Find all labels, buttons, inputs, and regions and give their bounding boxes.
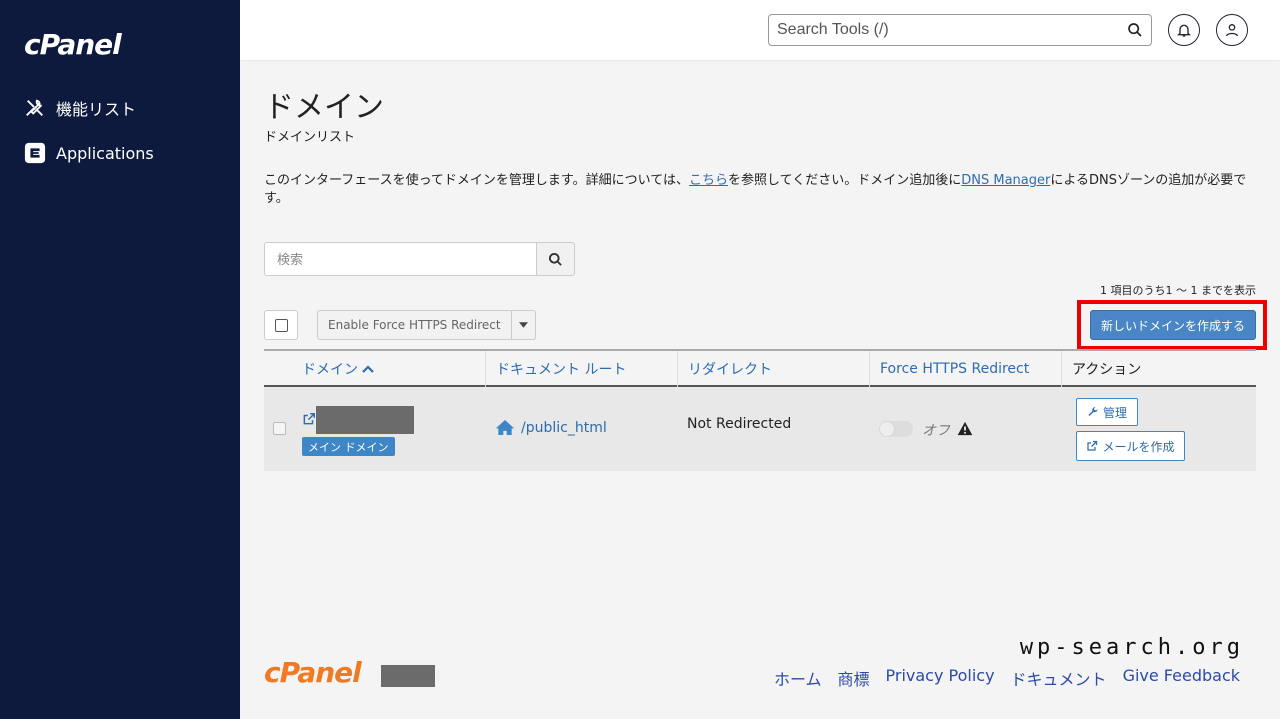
redacted-version: [381, 665, 435, 687]
top-header: [240, 0, 1280, 60]
watermark-text: wp-search.org: [1019, 635, 1244, 660]
row-checkbox[interactable]: [273, 422, 286, 435]
manage-button-label: 管理: [1102, 405, 1127, 420]
column-header-https[interactable]: Force HTTPS Redirect: [869, 351, 1061, 387]
table-row: メイン ドメイン /public_html Not Redirected オフ …: [264, 387, 1256, 471]
create-email-button[interactable]: メールを作成: [1076, 431, 1185, 461]
search-icon[interactable]: [1127, 22, 1143, 38]
column-header-docroot[interactable]: ドキュメント ルート: [485, 351, 677, 387]
wrench-icon: [1088, 406, 1098, 416]
notifications-button[interactable]: [1168, 14, 1200, 46]
page-subtitle: ドメインリスト: [264, 130, 356, 145]
domain-filter: [264, 242, 575, 276]
select-all-checkbox[interactable]: [264, 310, 298, 340]
tools-icon: [26, 99, 43, 116]
caret-down-icon: [518, 322, 528, 328]
redirect-status: Not Redirected: [687, 416, 792, 432]
column-header-domain[interactable]: ドメイン: [292, 351, 485, 387]
domain-search-input[interactable]: [264, 242, 536, 276]
external-link-icon[interactable]: [302, 412, 316, 426]
footer-link-documentation[interactable]: ドキュメント: [1011, 666, 1107, 690]
page-title: ドメイン: [264, 90, 384, 125]
cpanel-logo[interactable]: cPanel: [24, 28, 122, 61]
force-https-state: オフ: [922, 423, 950, 439]
pagination-count: 1 項目のうち1 〜 1 までを表示: [1100, 284, 1256, 297]
footer-link-home[interactable]: ホーム: [774, 666, 822, 690]
external-link-icon: [1087, 440, 1098, 451]
footer-cpanel-logo: cPanel: [264, 656, 362, 689]
create-email-label: メールを作成: [1102, 439, 1175, 454]
checkbox-box: [274, 318, 288, 332]
main-content: ドメイン ドメインリスト このインターフェースを使ってドメインを管理します。詳細…: [240, 60, 1280, 719]
user-icon: [1226, 24, 1238, 37]
footer-link-feedback[interactable]: Give Feedback: [1123, 666, 1240, 690]
column-header-redirect[interactable]: リダイレクト: [677, 351, 869, 387]
sidebar-item-applications[interactable]: Applications: [24, 142, 154, 164]
main-domain-badge: メイン ドメイン: [302, 437, 395, 456]
toggle-knob: [879, 421, 895, 437]
force-https-toggle[interactable]: [879, 421, 913, 437]
document-root-link[interactable]: /public_html: [495, 419, 607, 436]
warning-icon: [957, 421, 973, 436]
manage-button[interactable]: 管理: [1076, 398, 1138, 426]
enable-https-dropdown[interactable]: Enable Force HTTPS Redirect: [317, 310, 536, 340]
sidebar: cPanel 機能リスト Applications: [0, 0, 240, 719]
applications-icon: [24, 142, 46, 164]
bell-icon: [1177, 24, 1191, 37]
domains-table: ドメイン ドキュメント ルート リダイレクト Force HTTPS Redir…: [264, 349, 1256, 471]
document-root-path: /public_html: [521, 419, 607, 436]
sort-up-icon: [362, 365, 374, 373]
sidebar-item-tools[interactable]: 機能リスト: [24, 96, 136, 120]
footer-links: ホーム 商標 Privacy Policy ドキュメント Give Feedba…: [774, 666, 1240, 690]
home-icon: [495, 420, 515, 435]
table-header: ドメイン ドキュメント ルート リダイレクト Force HTTPS Redir…: [264, 349, 1256, 387]
footer-link-trademarks[interactable]: 商標: [837, 666, 869, 690]
redacted-domain-name: [316, 406, 414, 434]
enable-https-button[interactable]: Enable Force HTTPS Redirect: [317, 310, 512, 340]
domain-search-button[interactable]: [536, 242, 575, 276]
intro-text: このインターフェースを使ってドメインを管理します。詳細については、こちらを参照し…: [264, 172, 1264, 208]
search-tools-input[interactable]: [777, 21, 1127, 39]
footer-link-privacy[interactable]: Privacy Policy: [886, 666, 995, 690]
create-domain-button[interactable]: 新しいドメインを作成する: [1090, 310, 1256, 340]
sidebar-item-label: Applications: [56, 143, 154, 163]
details-link[interactable]: こちら: [689, 173, 728, 188]
column-header-label: ドメイン: [302, 362, 358, 378]
column-header-actions: アクション: [1061, 351, 1256, 387]
search-tools-box[interactable]: [768, 14, 1152, 46]
sidebar-item-label: 機能リスト: [56, 100, 137, 119]
dns-manager-link[interactable]: DNS Manager: [961, 173, 1050, 188]
user-menu-button[interactable]: [1216, 14, 1248, 46]
intro-text-part: このインターフェースを使ってドメインを管理します。詳細については、: [264, 173, 689, 188]
intro-text-part: を参照してください。ドメイン追加後に: [728, 173, 962, 188]
dropdown-toggle[interactable]: [511, 310, 536, 340]
search-icon: [548, 252, 562, 266]
